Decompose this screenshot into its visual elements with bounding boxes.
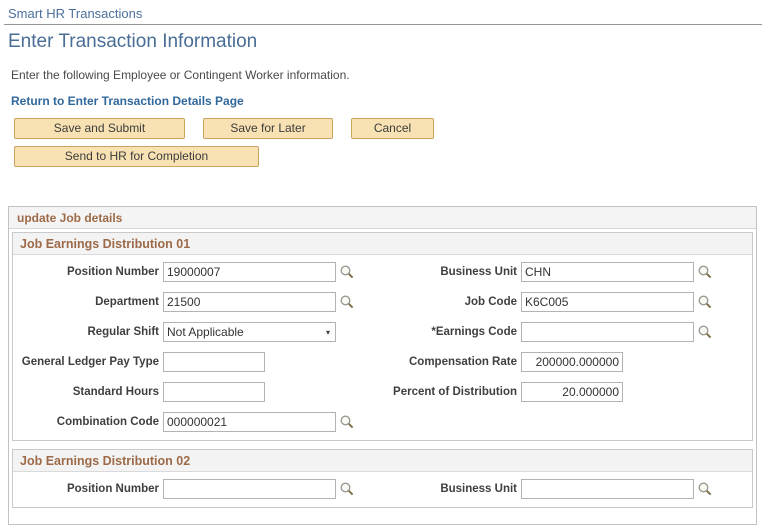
cancel-button[interactable]: Cancel xyxy=(351,118,434,139)
business-unit-lookup-icon[interactable] xyxy=(697,264,713,280)
page-description: Enter the following Employee or Continge… xyxy=(11,68,350,82)
job-code-lookup-icon[interactable] xyxy=(697,294,713,310)
business-unit-lookup-icon-02[interactable] xyxy=(697,481,713,497)
position-number-lookup-icon-02[interactable] xyxy=(339,481,355,497)
earnings-code-lookup-icon[interactable] xyxy=(697,324,713,340)
position-number-input-02[interactable] xyxy=(163,479,336,499)
position-number-label: Position Number xyxy=(66,483,159,495)
position-number-lookup-icon[interactable] xyxy=(339,264,355,280)
section-title: Job Earnings Distribution 01 xyxy=(13,233,752,255)
position-number-label: Position Number xyxy=(66,266,159,278)
page-title: Enter Transaction Information xyxy=(8,31,258,52)
section-title: Job Earnings Distribution 02 xyxy=(13,450,752,472)
business-unit-label: Business Unit xyxy=(440,266,517,278)
earnings-code-label: *Earnings Code xyxy=(431,326,517,338)
breadcrumb[interactable]: Smart HR Transactions xyxy=(0,0,768,24)
department-lookup-icon[interactable] xyxy=(339,294,355,310)
save-for-later-button[interactable]: Save for Later xyxy=(203,118,333,139)
combination-code-lookup-icon[interactable] xyxy=(339,414,355,430)
job-earnings-distribution-02-section: Job Earnings Distribution 02 Position Nu… xyxy=(12,449,753,508)
earnings-code-input[interactable] xyxy=(521,322,694,342)
regular-shift-label: Regular Shift xyxy=(87,326,159,338)
percent-of-distribution-label: Percent of Distribution xyxy=(393,386,517,398)
department-input[interactable] xyxy=(163,292,336,312)
position-number-input[interactable] xyxy=(163,262,336,282)
job-code-label: Job Code xyxy=(464,296,517,308)
general-ledger-pay-type-input[interactable] xyxy=(163,352,265,372)
dropdown-arrow-icon: ▾ xyxy=(325,327,330,337)
department-label: Department xyxy=(95,296,159,308)
send-to-hr-button[interactable]: Send to HR for Completion xyxy=(14,146,259,167)
general-ledger-pay-type-label: General Ledger Pay Type xyxy=(21,356,159,368)
combination-code-input[interactable] xyxy=(163,412,336,432)
compensation-rate-label: Compensation Rate xyxy=(409,356,517,368)
regular-shift-select[interactable]: Not Applicable ▾ xyxy=(163,322,336,342)
standard-hours-input[interactable] xyxy=(163,382,265,402)
compensation-rate-input[interactable] xyxy=(521,352,623,372)
business-unit-input[interactable] xyxy=(521,262,694,282)
toolbar: Save and Submit Save for Later Cancel Se… xyxy=(0,118,768,167)
return-link[interactable]: Return to Enter Transaction Details Page xyxy=(0,82,244,108)
save-and-submit-button[interactable]: Save and Submit xyxy=(14,118,185,139)
percent-of-distribution-input[interactable] xyxy=(521,382,623,402)
job-code-input[interactable] xyxy=(521,292,694,312)
combination-code-label: Combination Code xyxy=(56,416,159,428)
update-job-details-groupbox: update Job details Job Earnings Distribu… xyxy=(8,206,757,525)
groupbox-title: update Job details xyxy=(9,207,756,229)
business-unit-label: Business Unit xyxy=(440,483,517,495)
standard-hours-label: Standard Hours xyxy=(72,386,159,398)
job-earnings-distribution-01-section: Job Earnings Distribution 01 Position Nu… xyxy=(12,232,753,441)
business-unit-input-02[interactable] xyxy=(521,479,694,499)
regular-shift-selected-value: Not Applicable xyxy=(167,325,244,339)
